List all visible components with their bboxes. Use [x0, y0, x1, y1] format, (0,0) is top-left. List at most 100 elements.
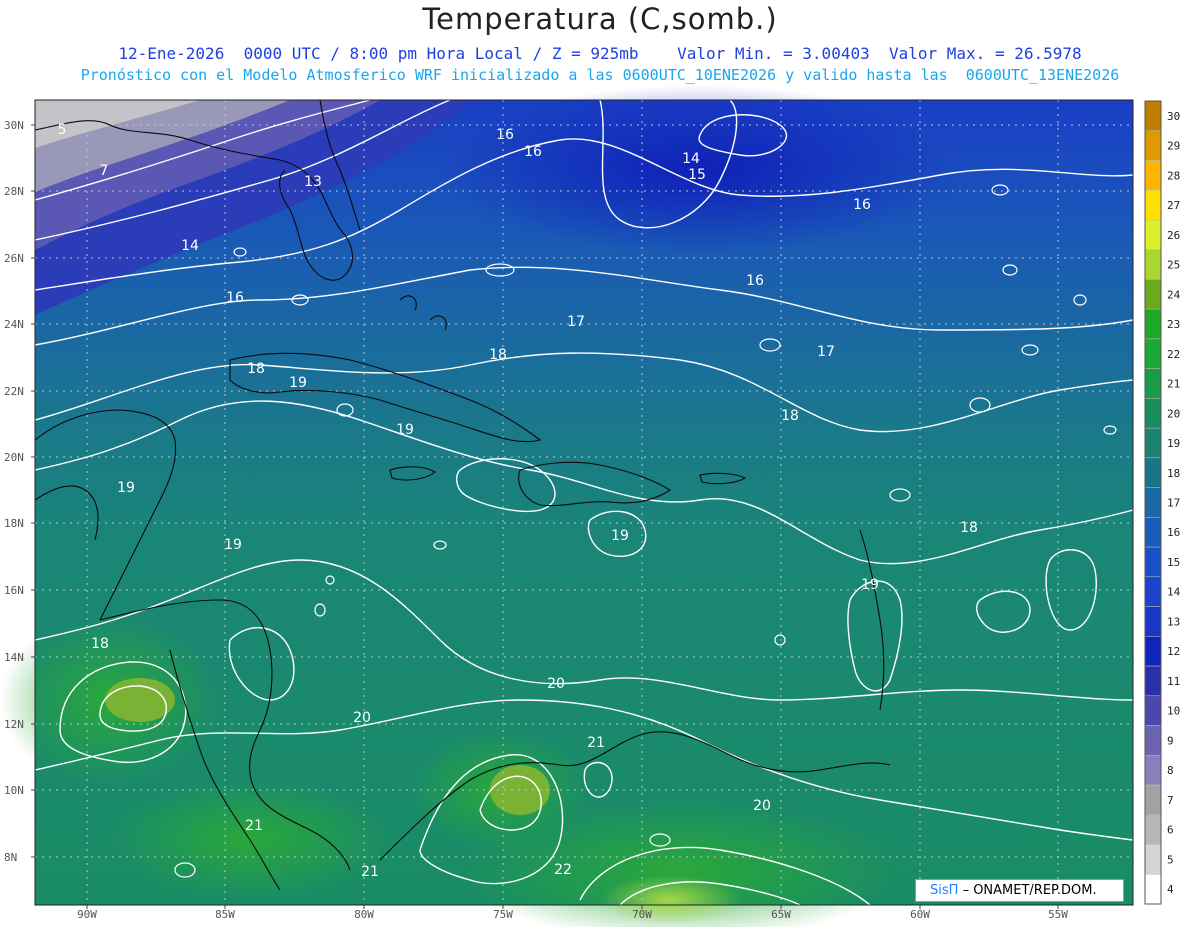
contour-label: 19 [289, 375, 307, 391]
legend-swatch [1144, 695, 1162, 726]
contour-label: 15 [688, 167, 706, 183]
legend-label: 23 [1167, 318, 1180, 331]
contour-label: 14 [181, 238, 199, 254]
temperature-map: 30N 28N 26N 24N 22N 20N 18N 16N 14N 12N 10N 8N 90W 8… [0, 85, 1181, 927]
contour-label: 19 [224, 537, 242, 553]
legend-label: 4 [1167, 883, 1174, 896]
legend-swatch [1144, 517, 1162, 548]
contour-label: 20 [353, 710, 371, 726]
legend-label: 14 [1167, 586, 1181, 599]
legend-swatch [1144, 636, 1162, 667]
contour-label: 18 [247, 361, 265, 377]
legend-swatch [1144, 368, 1162, 399]
legend-label: 16 [1167, 526, 1180, 539]
contour-label: 16 [746, 273, 764, 289]
legend-swatch [1144, 784, 1162, 816]
legend-swatch [1144, 576, 1162, 607]
lat-label: 30N [4, 119, 24, 132]
warm-core-venezuela [600, 875, 740, 925]
legend-swatch [1144, 160, 1162, 191]
contour-label: 16 [226, 290, 244, 306]
lon-label: 70W [632, 908, 652, 921]
color-legend: 30 29 28 27 26 25 24 23 22 21 20 19 18 17 16 15 14 13 12 11… [1144, 100, 1181, 905]
lat-label: 14N [4, 651, 24, 664]
lat-label: 10N [4, 784, 24, 797]
legend-label: 27 [1167, 199, 1180, 212]
legend-label: 30 [1167, 110, 1180, 123]
contour-label: 21 [245, 818, 263, 834]
contour-label: 21 [361, 864, 379, 880]
legend-label: 19 [1167, 437, 1180, 450]
legend-label: 17 [1167, 497, 1180, 510]
legend-swatch [1144, 219, 1162, 250]
contour-label: 19 [117, 480, 135, 496]
lon-label: 60W [910, 908, 930, 921]
lon-label: 90W [77, 908, 97, 921]
contour-label: 13 [304, 174, 322, 190]
contour-label: 19 [396, 422, 414, 438]
lat-label: 22N [4, 385, 24, 398]
legend-label: 11 [1167, 675, 1180, 688]
legend-label: 9 [1167, 734, 1174, 747]
legend-label: 26 [1167, 229, 1180, 242]
legend-swatch [1144, 606, 1162, 637]
legend-label: 22 [1167, 348, 1180, 361]
legend-swatch [1144, 814, 1162, 845]
legend-label: 18 [1167, 467, 1180, 480]
legend-swatch [1144, 755, 1162, 786]
legend-swatch [1144, 546, 1162, 578]
legend-swatch [1144, 457, 1162, 488]
lon-label: 75W [493, 908, 513, 921]
legend-label: 10 [1167, 705, 1180, 718]
legend-label: 8 [1167, 764, 1174, 777]
legend-label: 6 [1167, 824, 1174, 837]
lon-label: 55W [1048, 908, 1068, 921]
contour-label: 20 [547, 676, 565, 692]
legend-label: 28 [1167, 169, 1180, 182]
lat-label: 24N [4, 318, 24, 331]
contour-label: 7 [100, 163, 109, 179]
contour-label: 16 [496, 127, 514, 143]
legend-label: 12 [1167, 645, 1180, 658]
legend-label: 24 [1167, 288, 1181, 301]
lat-label: 26N [4, 252, 24, 265]
contour-label: 19 [861, 577, 879, 593]
legend-swatch [1144, 308, 1162, 340]
legend-label: 13 [1167, 615, 1180, 628]
legend-swatch [1144, 100, 1162, 131]
legend-label: 7 [1167, 794, 1174, 807]
sispi-logo: SisΠ [930, 883, 959, 898]
lat-label: 28N [4, 185, 24, 198]
credit-box: SisΠ – ONAMET/REP.DOM. [915, 879, 1124, 902]
legend-swatch [1144, 844, 1162, 875]
legend-label: 15 [1167, 556, 1180, 569]
contour-label: 18 [960, 520, 978, 536]
contour-label: 20 [753, 798, 771, 814]
contour-label: 18 [489, 347, 507, 363]
contour-label: 18 [781, 408, 799, 424]
legend-label: 5 [1167, 853, 1174, 866]
legend-swatch [1144, 665, 1162, 697]
contour-label: 19 [611, 528, 629, 544]
contour-label: 22 [554, 862, 572, 878]
lat-label: 8N [4, 851, 17, 864]
legend-swatch [1144, 249, 1162, 280]
legend-swatch [1144, 279, 1162, 310]
legend-swatch [1144, 398, 1162, 429]
legend-label: 29 [1167, 140, 1180, 153]
legend-swatch [1144, 189, 1162, 221]
legend-swatch [1144, 130, 1162, 161]
legend-label: 25 [1167, 259, 1180, 272]
contour-label: 14 [682, 151, 700, 167]
legend-swatch [1144, 874, 1162, 905]
contour-label: 18 [91, 636, 109, 652]
legend-swatch [1144, 725, 1162, 756]
lat-label: 12N [4, 718, 24, 731]
lat-label: 20N [4, 451, 24, 464]
lon-label: 65W [771, 908, 791, 921]
legend-label: 20 [1167, 407, 1180, 420]
contour-label: 17 [817, 344, 835, 360]
lat-label: 18N [4, 517, 24, 530]
contour-label: 17 [567, 314, 585, 330]
legend-swatch [1144, 338, 1162, 369]
